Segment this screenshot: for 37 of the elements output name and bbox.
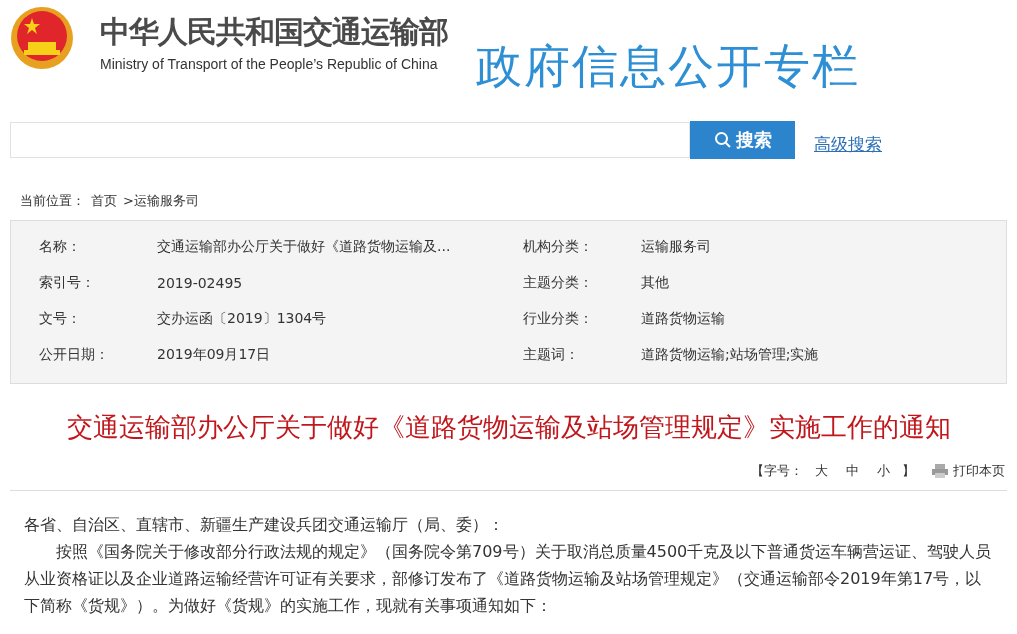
ministry-name: 中华人民共和国交通运输部: [100, 14, 448, 50]
printer-icon: [931, 463, 949, 479]
info-label: 公开日期：: [39, 346, 110, 364]
font-size-label: 【字号：: [751, 462, 803, 480]
salutation: 各省、自治区、直辖市、新疆生产建设兵团交通运输厅（局、委）：: [24, 514, 505, 536]
column-title: 政府信息公开专栏: [476, 38, 860, 95]
search-button[interactable]: 搜索: [690, 121, 795, 159]
search-field[interactable]: [10, 122, 690, 158]
search-icon: [713, 131, 732, 149]
info-value: 道路货物运输: [641, 310, 726, 328]
info-label: 索引号：: [39, 274, 96, 292]
font-size-bracket: 】: [902, 462, 915, 480]
info-value: 道路货物运输;站场管理;实施: [641, 346, 820, 364]
info-label: 行业分类：: [523, 310, 594, 328]
ministry-english-name: Ministry of Transport of the People’s Republic of China: [100, 56, 439, 72]
info-value: 交办运函〔2019〕1304号: [157, 310, 328, 328]
info-value: 其他: [641, 274, 670, 292]
info-label: 文号：: [39, 310, 82, 328]
breadcrumb-label: 当前位置：: [20, 192, 85, 210]
advanced-search-link[interactable]: 高级搜索: [814, 132, 882, 156]
font-size-link[interactable]: 小: [877, 462, 890, 480]
print-link[interactable]: 打印本页: [931, 462, 1005, 480]
info-label: 机构分类：: [523, 238, 594, 256]
font-size-link[interactable]: 大: [815, 462, 828, 480]
breadcrumb-link[interactable]: 首页: [91, 192, 117, 210]
info-value: 2019年09月17日: [157, 346, 272, 364]
info-value: 运输服务司: [641, 238, 712, 256]
font-size-link[interactable]: 中: [846, 462, 859, 480]
body-paragraph: 按照《国务院关于修改部分行政法规的规定》（国务院令第709号）关于取消总质量4500千克及以下普通货运车辆营运证、驾驶人员从业资格证以及企业道路运输经营许可证有关要求，部修订发布了《道路货物运输及站场管理规定》（交通运输部令2019年第17号，以下简称《货规》）。为做好《货规》的实施工作，现就有关事项通知如下：: [24, 541, 993, 617]
national-emblem-icon: [10, 4, 74, 72]
info-value: 2019-02495: [157, 275, 244, 291]
info-label: 主题词：: [523, 346, 580, 364]
info-value: 交通运输部办公厅关于做好《道路货物运输及...: [157, 238, 452, 256]
breadcrumb-link[interactable]: >运输服务司: [123, 192, 199, 210]
article-title: 交通运输部办公厅关于做好《道路货物运输及站场管理规定》实施工作的通知: [65, 411, 952, 444]
info-label: 主题分类：: [523, 274, 594, 292]
info-label: 名称：: [39, 238, 82, 256]
